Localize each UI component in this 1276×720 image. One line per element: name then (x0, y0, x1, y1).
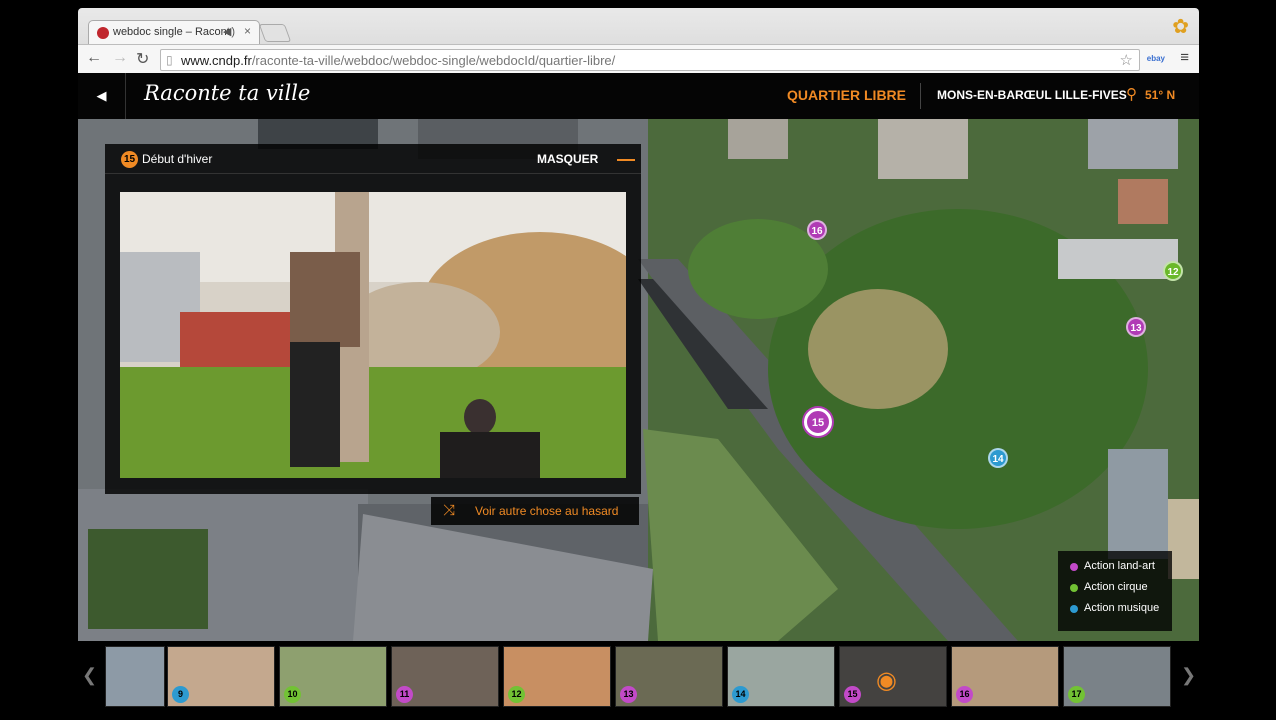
section-title[interactable]: QUARTIER LIBRE (787, 87, 906, 103)
reload-icon[interactable]: ↻ (136, 49, 149, 69)
tab-close-icon[interactable]: × (244, 24, 251, 38)
legend-musique: Action musique (1068, 601, 1162, 622)
filmstrip-thumb-13[interactable]: 13 (615, 646, 723, 707)
panel-header: 15 Début d'hiver MASQUER (105, 144, 641, 174)
filmstrip-thumb-15-active[interactable]: ◉ 15 (839, 646, 947, 707)
menu-icon[interactable]: ≡ (1180, 49, 1189, 66)
filmstrip-thumb-12[interactable]: 12 (503, 646, 611, 707)
thumb-badge: 13 (620, 686, 637, 703)
browser-forward-icon[interactable]: → (112, 49, 128, 67)
filmstrip-thumb-9[interactable]: 9 (167, 646, 275, 707)
thumb-badge: 17 (1068, 686, 1085, 703)
thumb-badge: 12 (508, 686, 525, 703)
browser-window: webdoc single – Racont ◀) × ✿ ← → ↻ ▯ ww… (78, 8, 1199, 73)
map-marker-13[interactable]: 13 (1126, 317, 1146, 337)
site-header: ◀ Raconte ta ville QUARTIER LIBRE MONS-E… (78, 73, 1199, 119)
legend-dot-icon (1070, 605, 1078, 613)
filmstrip-thumb-10[interactable]: 10 (279, 646, 387, 707)
thumb-badge: 10 (284, 686, 301, 703)
bookmark-star-icon[interactable]: ☆ (1120, 51, 1133, 69)
random-label: Voir autre chose au hasard (475, 504, 619, 518)
thumb-badge: 9 (172, 686, 189, 703)
site-favicon-icon (97, 27, 109, 39)
location-pin-icon: ⚲ (1126, 86, 1137, 103)
browser-tab[interactable]: webdoc single – Racont ◀) × (88, 20, 260, 44)
filmstrip-prev-icon[interactable]: ❮ (82, 665, 97, 686)
tab-title: webdoc single – Racont (113, 26, 230, 38)
eye-icon: ◉ (876, 667, 897, 694)
legend-cirque: Action cirque (1068, 580, 1162, 601)
shuffle-icon: ⤨ (443, 502, 456, 519)
coordinates-label: 51° N (1145, 88, 1176, 102)
map-marker-12[interactable]: 12 (1163, 261, 1183, 281)
browser-toolbar: ← → ↻ ▯ www.cndp.fr/raconte-ta-ville/web… (78, 44, 1199, 73)
browser-back-icon[interactable]: ← (86, 49, 102, 67)
ebay-extension-icon[interactable]: ebay (1147, 54, 1165, 63)
location-label: MONS-EN-BARŒUL LILLE-FIVES (937, 88, 1127, 102)
site-back-button[interactable]: ◀ (78, 73, 126, 119)
thumb-badge: 16 (956, 686, 973, 703)
filmstrip-thumb-14[interactable]: 14 (727, 646, 835, 707)
map-marker-16[interactable]: 16 (807, 220, 827, 240)
filmstrip-next-icon[interactable]: ❯ (1181, 665, 1196, 686)
episode-filmstrip: ❮ 9 10 11 12 13 14 ◉ 15 16 17 ❯ (78, 641, 1199, 711)
thumb-badge: 11 (396, 686, 413, 703)
video-frame (120, 192, 626, 478)
address-bar[interactable]: ▯ www.cndp.fr/raconte-ta-ville/webdoc/we… (160, 49, 1140, 71)
header-divider (920, 83, 921, 109)
site-logo[interactable]: Raconte ta ville (144, 81, 310, 105)
legend-label: Action cirque (1084, 581, 1148, 593)
page-icon: ▯ (166, 53, 173, 67)
episode-title: Début d'hiver (142, 152, 213, 166)
legend-land-art: Action land-art (1068, 559, 1162, 580)
filmstrip-thumb-11[interactable]: 11 (391, 646, 499, 707)
episode-badge: 15 (121, 151, 138, 168)
legend-label: Action land-art (1084, 560, 1155, 572)
legend-dot-icon (1070, 584, 1078, 592)
thumb-badge: 14 (732, 686, 749, 703)
thumb-badge: 15 (844, 686, 861, 703)
map-marker-15[interactable]: 15 (804, 408, 832, 436)
episode-panel: 15 Début d'hiver MASQUER (105, 144, 641, 494)
filmstrip-thumb[interactable] (105, 646, 165, 707)
audio-icon: ◀) (222, 26, 235, 38)
filmstrip-thumb-16[interactable]: 16 (951, 646, 1059, 707)
profile-flower-icon[interactable]: ✿ (1172, 14, 1189, 39)
filmstrip-thumb-17[interactable]: 17 (1063, 646, 1171, 707)
new-tab-button[interactable] (258, 24, 292, 42)
map-marker-14[interactable]: 14 (988, 448, 1008, 468)
random-content-button[interactable]: ⤨ Voir autre chose au hasard (431, 497, 639, 525)
hide-panel-button[interactable]: MASQUER (537, 152, 598, 166)
url-host: www.cndp.fr (181, 53, 252, 68)
map-legend: Action land-art Action cirque Action mus… (1058, 551, 1172, 631)
legend-label: Action musique (1084, 602, 1160, 614)
collapse-icon[interactable] (617, 159, 635, 161)
video-player[interactable] (120, 192, 626, 478)
legend-dot-icon (1070, 563, 1078, 571)
url-path: /raconte-ta-ville/webdoc/webdoc-single/w… (251, 53, 616, 68)
